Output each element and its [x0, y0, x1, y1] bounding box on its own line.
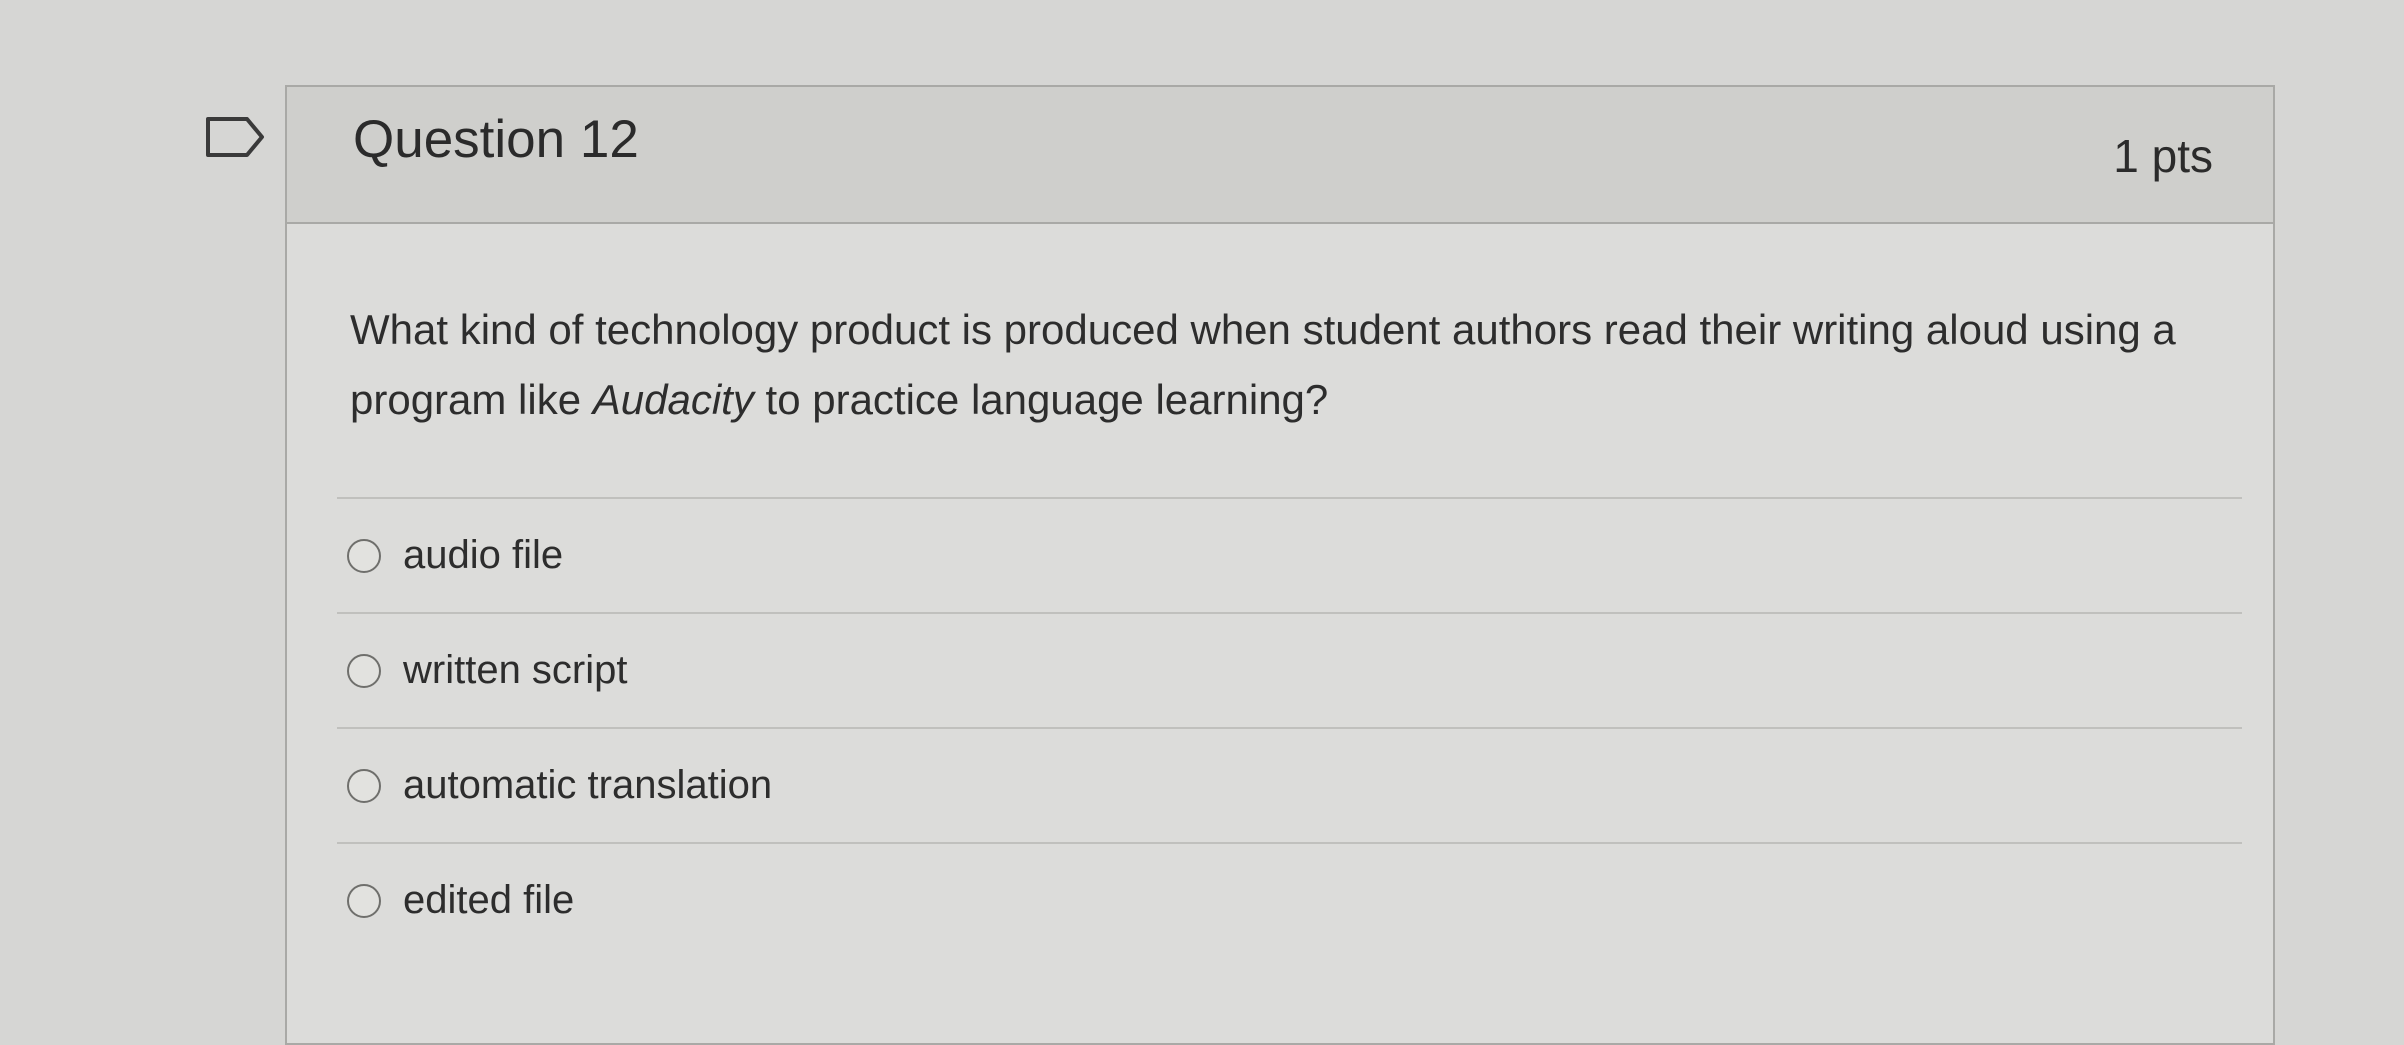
radio-button[interactable]: [347, 653, 381, 688]
question-header: Question 12 1 pts: [287, 87, 2273, 224]
answer-label: automatic translation: [403, 763, 773, 807]
answer-option-written-script[interactable]: written script: [337, 614, 2242, 727]
answer-label: written script: [403, 648, 628, 692]
answer-label: audio file: [403, 533, 564, 577]
question-text-end: to practice language learning?: [753, 376, 1329, 423]
answer-list: audio file written script automatic tran…: [337, 497, 2242, 957]
radio-button[interactable]: [347, 883, 381, 918]
question-text: What kind of technology product is produ…: [350, 295, 2230, 435]
question-title: Question 12: [353, 110, 639, 169]
answer-option-audio-file[interactable]: audio file: [337, 499, 2242, 612]
answer-label: edited file: [403, 878, 575, 922]
question-points: 1 pts: [2113, 130, 2213, 182]
question-text-italic: Audacity: [592, 376, 754, 423]
radio-button[interactable]: [347, 538, 381, 573]
answer-option-automatic-translation[interactable]: automatic translation: [337, 729, 2242, 842]
radio-button[interactable]: [347, 768, 381, 803]
answer-option-edited-file[interactable]: edited file: [337, 844, 2242, 957]
flag-question-icon[interactable]: [205, 116, 265, 158]
question-card: Question 12 1 pts What kind of technolog…: [285, 85, 2275, 1045]
